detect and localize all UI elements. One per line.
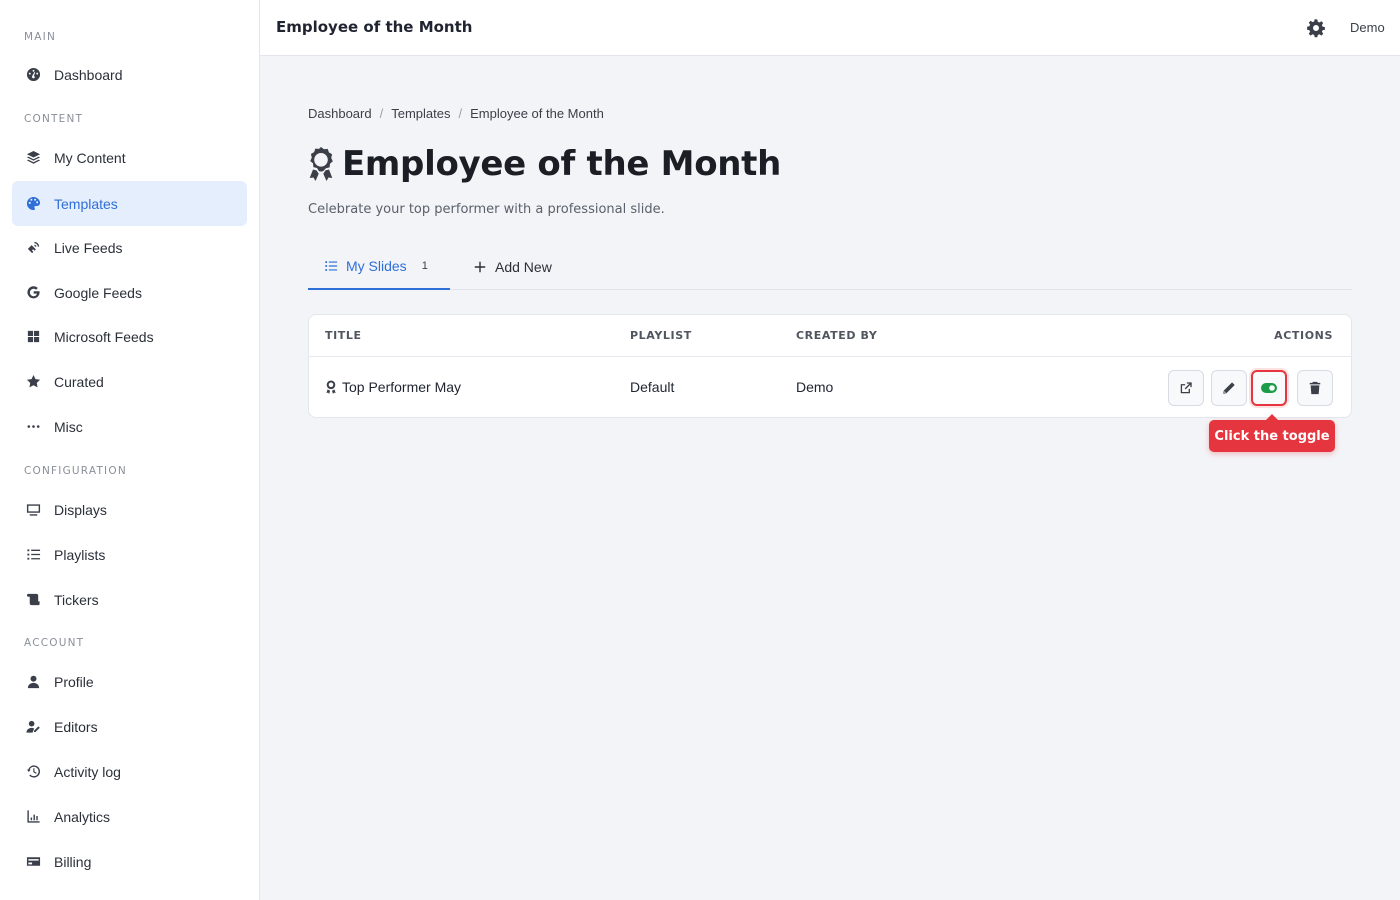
tab-label: Add New <box>495 258 552 275</box>
row-title: Top Performer May <box>342 379 462 395</box>
sidebar-item-my-content[interactable]: My Content <box>12 135 247 180</box>
award-icon <box>306 146 336 182</box>
tab-my-slides[interactable]: My Slides 1 <box>308 244 450 290</box>
sidebar: MAIN Dashboard CONTENT My Content Templa… <box>0 0 260 900</box>
row-created-by: Demo <box>796 379 834 395</box>
sidebar-item-label: Editors <box>54 718 98 735</box>
delete-button[interactable] <box>1297 370 1333 406</box>
external-link-icon <box>1179 381 1193 395</box>
sidebar-item-misc[interactable]: Misc <box>12 404 247 449</box>
column-header-actions: ACTIONS <box>1274 329 1333 342</box>
ellipsis-icon <box>25 419 41 435</box>
plus-icon <box>473 260 487 274</box>
toggle-on-icon <box>1261 382 1277 394</box>
sidebar-item-templates[interactable]: Templates <box>12 181 247 226</box>
sidebar-item-profile[interactable]: Profile <box>12 659 247 704</box>
sidebar-item-label: Microsoft Feeds <box>54 328 154 345</box>
star-icon <box>25 374 41 390</box>
sidebar-item-dashboard[interactable]: Dashboard <box>12 52 247 97</box>
chart-line-icon <box>25 809 41 825</box>
monitor-icon <box>25 502 41 518</box>
sidebar-item-label: Live Feeds <box>54 239 123 256</box>
toggle-active-button[interactable] <box>1251 370 1287 406</box>
sidebar-item-label: Templates <box>54 195 118 212</box>
trash-icon <box>1308 381 1322 395</box>
windows-icon <box>25 329 41 345</box>
google-icon <box>25 285 41 301</box>
sidebar-item-google-feeds[interactable]: Google Feeds <box>12 270 247 315</box>
sidebar-item-tickers[interactable]: Tickers <box>12 577 247 622</box>
credit-card-icon <box>25 854 41 870</box>
history-icon <box>25 764 41 780</box>
scroll-icon <box>25 592 41 608</box>
table-row: Top Performer May Default Demo <box>309 358 1351 418</box>
row-title-cell: Top Performer May <box>325 379 461 395</box>
sidebar-item-label: Displays <box>54 501 107 518</box>
slides-table: TITLE PLAYLIST CREATED BY ACTIONS Top Pe… <box>308 314 1352 418</box>
top-bar: Employee of the Month Demo <box>260 0 1400 56</box>
satellite-icon <box>25 240 41 256</box>
tab-add-new[interactable]: Add New <box>473 244 552 289</box>
sidebar-item-playlists[interactable]: Playlists <box>12 532 247 577</box>
sidebar-item-activity-log[interactable]: Activity log <box>12 749 247 794</box>
gauge-icon <box>25 67 41 83</box>
sidebar-item-billing[interactable]: Billing <box>12 839 247 884</box>
user-icon <box>25 674 41 690</box>
page-subtitle: Celebrate your top performer with a prof… <box>308 202 665 217</box>
section-label-configuration: CONFIGURATION <box>24 465 127 477</box>
sidebar-item-label: Tickers <box>54 591 99 608</box>
pencil-icon <box>1222 381 1236 395</box>
slide-count-badge: 1 <box>421 260 428 272</box>
user-pen-icon <box>25 719 41 735</box>
award-icon <box>325 380 337 394</box>
column-header-playlist: PLAYLIST <box>630 329 692 342</box>
page-heading: Employee of the Month <box>342 144 782 184</box>
row-playlist: Default <box>630 379 675 395</box>
sidebar-item-label: Dashboard <box>54 66 123 83</box>
layers-icon <box>25 150 41 166</box>
section-label-account: ACCOUNT <box>24 637 85 649</box>
breadcrumb-separator: / <box>379 106 384 121</box>
breadcrumb-current: Employee of the Month <box>470 106 604 121</box>
sidebar-item-editors[interactable]: Editors <box>12 704 247 749</box>
sidebar-item-label: My Content <box>54 149 126 166</box>
sidebar-item-label: Misc <box>54 418 83 435</box>
tab-label: My Slides <box>346 258 407 274</box>
breadcrumb-separator: / <box>458 106 463 121</box>
page-title: Employee of the Month <box>306 144 781 184</box>
sidebar-item-displays[interactable]: Displays <box>12 487 247 532</box>
hint-tooltip: Click the toggle <box>1209 414 1335 452</box>
sidebar-item-live-feeds[interactable]: Live Feeds <box>12 225 247 270</box>
user-menu[interactable]: Demo <box>1350 20 1385 35</box>
sidebar-item-analytics[interactable]: Analytics <box>12 794 247 839</box>
open-external-button[interactable] <box>1168 370 1204 406</box>
section-label-content: CONTENT <box>24 113 84 125</box>
column-header-created-by: CREATED BY <box>796 329 878 342</box>
list-icon <box>25 547 41 563</box>
column-header-title: TITLE <box>325 329 362 342</box>
sidebar-item-label: Google Feeds <box>54 284 142 301</box>
sidebar-item-curated[interactable]: Curated <box>12 359 247 404</box>
sidebar-item-label: Activity log <box>54 763 121 780</box>
sidebar-item-label: Profile <box>54 673 94 690</box>
sidebar-item-label: Analytics <box>54 808 111 825</box>
palette-icon <box>25 196 41 212</box>
sidebar-item-label: Curated <box>54 373 104 390</box>
tab-bar: My Slides 1 Add New <box>308 244 1352 290</box>
breadcrumb-templates[interactable]: Templates <box>391 106 450 121</box>
topbar-title: Employee of the Month <box>276 18 473 36</box>
list-icon <box>324 259 338 273</box>
sidebar-item-label: Playlists <box>54 546 106 563</box>
table-header: TITLE PLAYLIST CREATED BY ACTIONS <box>309 315 1351 357</box>
breadcrumb: Dashboard / Templates / Employee of the … <box>308 106 604 121</box>
sidebar-item-microsoft-feeds[interactable]: Microsoft Feeds <box>12 314 247 359</box>
section-label-main: MAIN <box>24 31 56 43</box>
edit-button[interactable] <box>1211 370 1247 406</box>
gear-icon[interactable] <box>1306 18 1326 38</box>
sidebar-item-label: Billing <box>54 853 92 870</box>
breadcrumb-dashboard[interactable]: Dashboard <box>308 106 372 121</box>
